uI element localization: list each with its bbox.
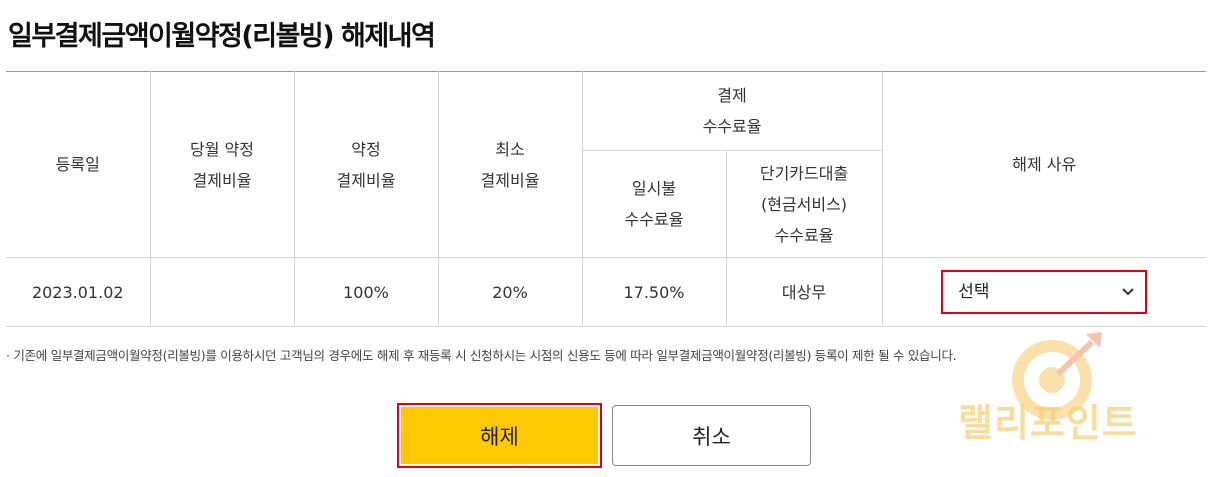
- header-min-rate: 최소 결제비율: [437, 71, 583, 258]
- header-cash-fee-line2: (현금서비스): [760, 194, 848, 214]
- watermark-text: 랠리포인트: [958, 401, 1138, 445]
- revolving-cancel-table: 등록일 당월 약정 결제비율 약정 결제비율 최소 결제비율 결제 수수료율 해…: [6, 71, 1207, 327]
- header-month-rate: 당월 약정 결제비율: [149, 71, 295, 258]
- header-month-rate-line1: 당월 약정: [190, 139, 254, 159]
- header-cash-fee-line1: 단기카드대출: [759, 163, 849, 183]
- header-month-rate-line2: 결제비율: [192, 170, 252, 190]
- cell-reason: 선택: [881, 257, 1207, 327]
- header-lump-fee: 일시불 수수료율: [582, 150, 727, 258]
- cancel-button[interactable]: 취소: [612, 405, 811, 466]
- header-agreed-rate-line2: 결제비율: [336, 170, 396, 190]
- header-lump-fee-line2: 수수료율: [624, 210, 684, 229]
- header-reg-date: 등록일: [6, 71, 151, 258]
- cell-agreed-rate: 100%: [293, 257, 439, 327]
- header-agreed-rate-line1: 약정: [351, 139, 381, 159]
- header-fee-group: 결제 수수료율: [581, 71, 883, 151]
- confirm-button[interactable]: 해제: [397, 403, 602, 468]
- header-fee-group-line2: 수수료율: [702, 117, 762, 136]
- header-lump-fee-line1: 일시불: [631, 179, 677, 198]
- cell-lump-fee: 17.50%: [581, 257, 727, 327]
- table-row: 2023.01.02 100% 20% 17.50% 대상무 선택: [6, 257, 1207, 327]
- cell-month-rate: [149, 257, 295, 327]
- cell-cash-fee: 대상무: [725, 257, 883, 327]
- cell-min-rate: 20%: [437, 257, 583, 327]
- header-reason-label: 해제 사유: [1012, 155, 1077, 174]
- reason-select[interactable]: 선택: [941, 270, 1148, 314]
- header-cash-fee: 단기카드대출 (현금서비스) 수수료율: [725, 150, 883, 258]
- header-agreed-rate: 약정 결제비율: [293, 71, 439, 258]
- chevron-down-icon: [1122, 288, 1134, 296]
- header-min-rate-line1: 최소: [495, 139, 525, 159]
- header-reg-date-label: 등록일: [55, 155, 100, 174]
- cell-reg-date: 2023.01.02: [6, 257, 151, 327]
- header-reason: 해제 사유: [881, 71, 1207, 258]
- header-min-rate-line2: 결제비율: [480, 170, 540, 190]
- page-title: 일부결제금액이월약정(리볼빙) 해제내역: [8, 21, 436, 52]
- header-fee-group-line1: 결제: [717, 86, 747, 105]
- header-cash-fee-line3: 수수료율: [774, 225, 834, 245]
- notice-text: · 기존에 일부결제금액이월약정(리볼빙)를 이용하시던 고객님의 경우에도 해…: [6, 348, 957, 363]
- reason-select-value: 선택: [958, 281, 990, 302]
